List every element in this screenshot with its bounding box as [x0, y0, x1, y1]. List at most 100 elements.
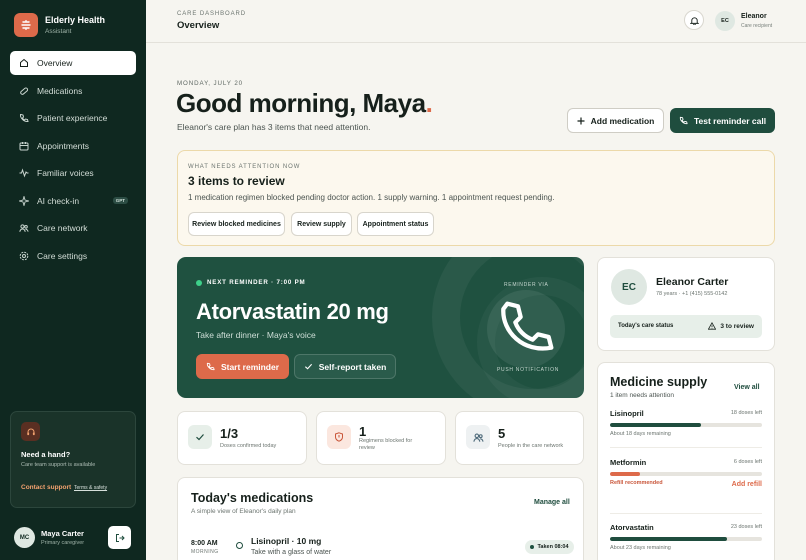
sidebar-item-ai-check-in[interactable]: AI check-in GPT [10, 189, 136, 213]
reminder-channel: PUSH NOTIFICATION [497, 367, 560, 373]
review-blocked-medicines-button[interactable]: Review blocked medicines [188, 212, 285, 236]
care-network-label: People in the care network [498, 443, 564, 449]
help-card: Need a hand? Care team support is availa… [10, 411, 136, 508]
attention-panel: WHAT NEEDS ATTENTION NOW 3 items to revi… [177, 150, 775, 246]
attention-title: 3 items to review [188, 174, 285, 188]
sidebar-item-medications[interactable]: Medications [10, 79, 136, 103]
brand-logo [14, 13, 38, 37]
supply-bar [610, 472, 762, 476]
contact-support-link[interactable]: Contact support [21, 484, 71, 491]
sidebar-item-familiar-voices[interactable]: Familiar voices [10, 161, 136, 185]
doses-confirmed-card[interactable]: 1/3 Doses confirmed today [177, 411, 307, 465]
recipient-profile-card: EC Eleanor Carter 78 years · +1 (415) 55… [597, 257, 775, 351]
profile-name: Eleanor Carter [656, 276, 729, 288]
regimens-blocked-card[interactable]: 1 Regimens blocked for review [316, 411, 446, 465]
check-icon [188, 425, 212, 449]
med-note: Take with a glass of water [251, 549, 332, 556]
care-status-label: Today's care status [618, 323, 674, 329]
care-network-card[interactable]: 5 People in the care network [455, 411, 584, 465]
add-medication-label: Add medication [590, 115, 655, 126]
reminder-medication: Atorvastatin 20 mg [196, 299, 389, 324]
supply-item[interactable]: Lisinopril 18 doses left About 18 days r… [610, 409, 762, 437]
sidebar-item-label: Care settings [37, 250, 88, 261]
home-icon [19, 58, 29, 68]
headset-icon [21, 422, 40, 441]
supply-item[interactable]: Atorvastatin 23 doses left About 23 days… [610, 523, 762, 551]
greeting-dot: . [425, 88, 433, 118]
status-badge: Taken 08:04 [525, 540, 574, 554]
supply-item-foot: About 23 days remaining [610, 545, 671, 551]
bell-icon [689, 16, 699, 25]
recipient-role: Care recipient [741, 23, 773, 29]
warning-icon [708, 322, 717, 330]
terms-safety-link[interactable]: Terms & safety [74, 485, 107, 491]
med-period: MORNING [191, 549, 219, 555]
sidebar-item-patient-experience[interactable]: Patient experience [10, 106, 136, 130]
phone-illustration [487, 290, 565, 368]
help-title: Need a hand? [21, 450, 71, 459]
top-bar: CARE DASHBOARD Overview EC Eleanor Care … [146, 0, 806, 43]
page-title: Overview [177, 20, 220, 31]
user-role: Primary caregiver [41, 540, 85, 546]
review-supply-button[interactable]: Review supply [291, 212, 352, 236]
manage-all-link[interactable]: Manage all [534, 499, 570, 506]
appointment-status-button[interactable]: Appointment status [357, 212, 434, 236]
doses-confirmed-value: 1/3 [220, 426, 239, 441]
self-report-label: Self-report taken [318, 361, 387, 372]
avatar: EC [611, 269, 647, 305]
notifications-button[interactable] [684, 10, 704, 30]
supply-item[interactable]: Metformin 6 doses left Refill recommende… [610, 458, 762, 488]
test-reminder-label: Test reminder call [693, 115, 767, 126]
plus-icon [577, 117, 585, 124]
recipient-avatar[interactable]: EC [715, 11, 735, 31]
med-checkbox[interactable] [236, 542, 243, 549]
taken-label: Taken 08:04 [537, 544, 569, 550]
brand-name: Elderly Health [45, 15, 106, 25]
sidebar-item-label: Medications [37, 85, 83, 96]
sidebar-item-overview[interactable]: Overview [10, 51, 136, 75]
menu-icon [21, 20, 31, 30]
divider [610, 447, 762, 448]
care-plan-summary: Eleanor's care plan has 3 items that nee… [177, 122, 371, 132]
add-medication-button[interactable]: Add medication [567, 108, 664, 133]
next-reminder-eyebrow: NEXT REMINDER · 7:00 PM [196, 279, 306, 286]
start-reminder-label: Start reminder [220, 361, 280, 372]
next-reminder-card: NEXT REMINDER · 7:00 PM Atorvastatin 20 … [177, 257, 584, 398]
self-report-taken-button[interactable]: Self-report taken [294, 354, 396, 379]
todays-medications-card: Today's medications A simple view of Ele… [177, 477, 584, 560]
test-reminder-call-button[interactable]: Test reminder call [670, 108, 775, 133]
supply-item-doses: 18 doses left [730, 410, 762, 416]
calendar-icon [19, 141, 29, 151]
profile-meta: 78 years · +1 (415) 555-0142 [656, 291, 728, 297]
users-icon [466, 425, 490, 449]
status-dot [530, 545, 535, 549]
supply-bar-fill [610, 537, 728, 541]
user-name: Maya Carter [41, 529, 84, 538]
user-profile[interactable]: MC Maya Carter Primary caregiver [14, 527, 84, 548]
med-time: 8:00 AM [191, 540, 218, 547]
reminder-via-label: REMINDER VIA [504, 282, 549, 288]
phone-icon [206, 362, 215, 371]
brand-sub: Assistant [45, 28, 72, 35]
sidebar-item-appointments[interactable]: Appointments [10, 134, 136, 158]
start-reminder-button[interactable]: Start reminder [196, 354, 289, 379]
care-status-value: 3 to review [708, 322, 754, 330]
shield-icon [327, 425, 351, 449]
logout-button[interactable] [108, 526, 131, 549]
view-all-link[interactable]: View all [734, 384, 760, 391]
phone-icon [501, 301, 554, 351]
supply-bar-fill [610, 472, 641, 476]
check-icon [304, 363, 312, 370]
sidebar-item-label: Care network [37, 223, 88, 233]
avatar: MC [14, 527, 35, 548]
todays-medications-sub: A simple view of Eleanor's daily plan [191, 508, 296, 515]
sidebar-item-label: Patient experience [37, 113, 108, 123]
sidebar-item-care-network[interactable]: Care network [10, 216, 136, 240]
care-status-row[interactable]: Today's care status 3 to review [610, 315, 762, 338]
divider [610, 513, 762, 514]
brand[interactable]: Elderly Health Assistant [14, 13, 105, 37]
supply-item-doses: 23 doses left [730, 524, 762, 530]
add-refill-button[interactable]: Add refill [732, 481, 762, 488]
supply-bar [610, 537, 762, 541]
sidebar-item-care-settings[interactable]: Care settings [10, 244, 136, 268]
